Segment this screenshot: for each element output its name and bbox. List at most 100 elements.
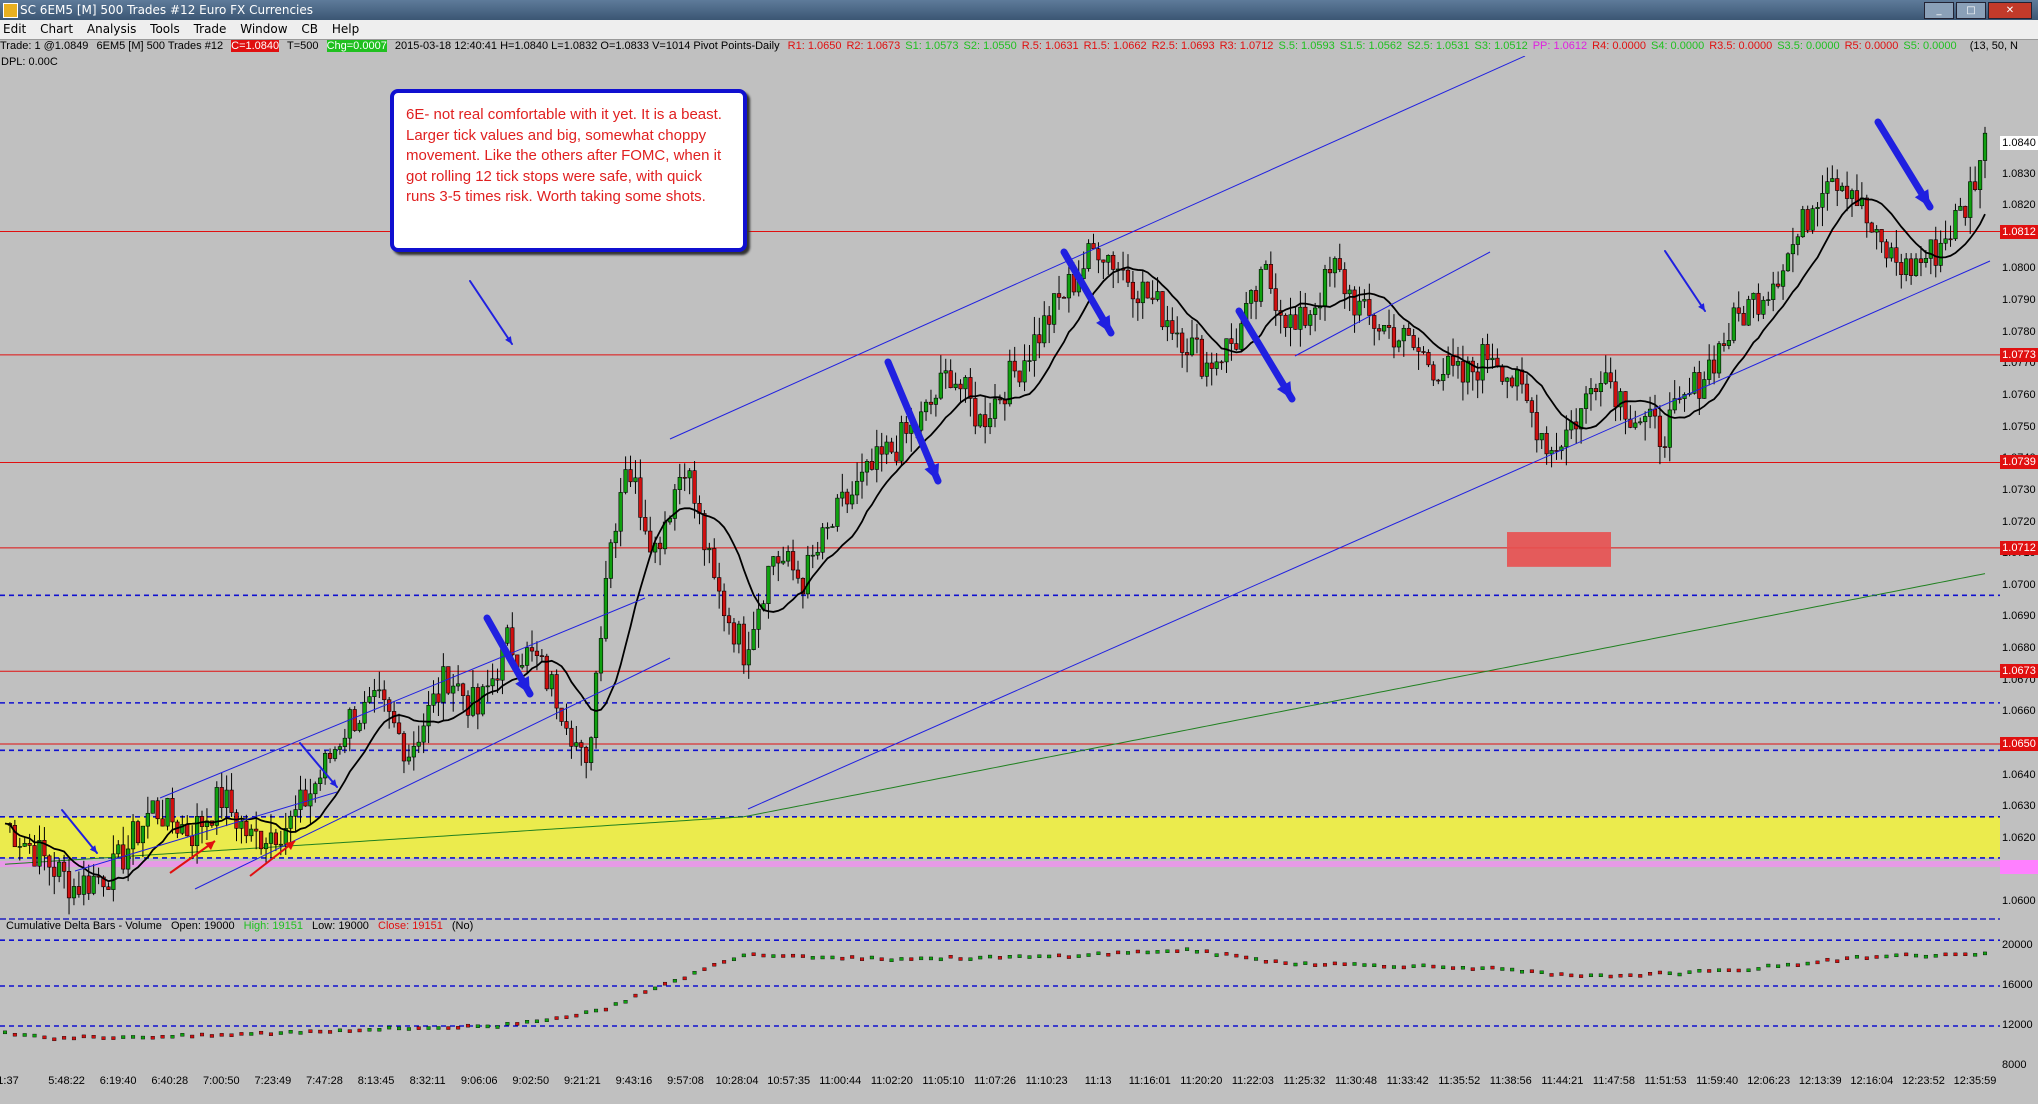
candle-body (830, 526, 835, 528)
candle-body (835, 497, 840, 527)
price-tick-label: 1.0790 (2002, 294, 2036, 307)
candle-body (165, 798, 170, 827)
delta-bar (672, 979, 677, 983)
candle-body (1702, 379, 1707, 399)
menu-chart[interactable]: Chart (37, 20, 80, 36)
candle-body (416, 741, 421, 747)
minimize-button[interactable]: _ (1924, 2, 1954, 19)
pivot-value: R5: 0.0000 (1844, 40, 1899, 52)
candle-body (854, 480, 860, 496)
delta-bar (564, 1015, 569, 1019)
candle-body (1662, 446, 1667, 448)
candle-body (1844, 185, 1850, 199)
candle-body (465, 695, 471, 716)
candle-body (406, 756, 411, 762)
delta-bar (1894, 953, 1899, 958)
candle-body (1303, 306, 1308, 326)
delta-bar (731, 957, 736, 962)
time-tick-label: 1:37 (0, 1075, 19, 1087)
candle-body (1352, 289, 1357, 316)
delta-bar (406, 1027, 411, 1031)
delta-bar (140, 1035, 145, 1040)
candle-body (1958, 205, 1963, 211)
delta-bar (781, 954, 786, 958)
price-chart[interactable] (0, 56, 2000, 1056)
delta-bar (1116, 950, 1121, 955)
menu-window[interactable]: Window (237, 20, 294, 36)
candle-body (1165, 320, 1170, 328)
candle-body (726, 615, 732, 624)
trade-info: Trade: 1 @1.0849 (0, 40, 89, 52)
candle-body (1968, 181, 1973, 218)
menu-cb[interactable]: CB (298, 20, 325, 36)
menu-trade[interactable]: Trade (191, 20, 234, 36)
delta-bar (663, 981, 668, 986)
menu-analysis[interactable]: Analysis (84, 20, 143, 36)
delta-bar (170, 1035, 175, 1039)
annotation-note[interactable]: 6E- not real comfortable with it yet. It… (390, 89, 747, 252)
candle-body (1239, 323, 1244, 350)
candle-body (1603, 372, 1608, 384)
delta-bar (1628, 973, 1633, 977)
price-level-badge: 1.0812 (2000, 224, 2038, 239)
candle-body (1180, 332, 1185, 353)
time-tick-label: 11:10:23 (1025, 1075, 1068, 1087)
candle-body (539, 655, 544, 657)
close-button[interactable]: ✕ (1988, 2, 2032, 19)
candle-body (928, 401, 934, 405)
pivot-value: S3.5: 0.0000 (1777, 40, 1840, 52)
delta-bar (515, 1022, 520, 1026)
time-tick-label: 7:00:50 (202, 1075, 240, 1087)
menu-tools[interactable]: Tools (147, 20, 187, 36)
time-tick-label: 8:32:11 (409, 1075, 446, 1087)
delta-bar (1372, 963, 1377, 968)
highlight-box (1507, 532, 1611, 567)
candle-body (1273, 288, 1278, 311)
candle-body (1746, 299, 1751, 326)
candle-body (1593, 388, 1598, 392)
candle-body (1012, 360, 1017, 372)
candle-body (32, 845, 37, 867)
candle-body (1790, 244, 1796, 255)
candle-body (1913, 258, 1919, 276)
candle-body (815, 551, 820, 556)
delta-bar (111, 1036, 116, 1040)
delta-bar (771, 954, 776, 958)
maximize-button[interactable]: □ (1956, 2, 1986, 19)
delta-bar (485, 1024, 490, 1029)
delta-bar (1480, 966, 1485, 970)
delta-bar (682, 976, 687, 981)
candle-body (845, 491, 850, 505)
delta-bar (613, 1002, 618, 1006)
candle-body (1657, 415, 1663, 447)
delta-bar (416, 1026, 421, 1030)
candle-body (874, 446, 879, 470)
delta-bar (387, 1025, 392, 1030)
delta-bar (850, 955, 855, 959)
candle-body (1357, 300, 1362, 316)
price-tick-label: 1.0780 (2002, 325, 2036, 338)
time-tick-label: 9:06:06 (460, 1075, 498, 1087)
candle-body (37, 840, 42, 867)
delta-bar (42, 1035, 47, 1040)
menu-help[interactable]: Help (329, 20, 366, 36)
delta-bar (988, 954, 993, 959)
delta-bar (1697, 969, 1702, 973)
delta-bar (1854, 955, 1859, 959)
time-axis[interactable]: 1:37 5:48:22 6:19:40 6:40:28 7:00:50 7:23:49 7… (0, 1072, 2000, 1092)
delta-bar (574, 1013, 579, 1018)
candle-body (170, 798, 175, 823)
delta-bar (278, 1031, 283, 1035)
delta-bar (702, 967, 707, 971)
menu-edit[interactable]: Edit (0, 20, 33, 36)
candle-body (731, 622, 737, 645)
candle-body (1047, 315, 1052, 325)
candle-body (574, 742, 579, 747)
delta-bar (1815, 960, 1820, 965)
candle-body (904, 422, 909, 434)
candle-body (1756, 292, 1761, 315)
candle-body (1820, 193, 1825, 208)
delta-bar (1411, 964, 1416, 968)
delta-bar (1194, 950, 1199, 954)
price-axis[interactable]: 1.0830 1.0820 1.0800 1.0790 1.0780 1.0770 1.07… (2000, 56, 2038, 1071)
